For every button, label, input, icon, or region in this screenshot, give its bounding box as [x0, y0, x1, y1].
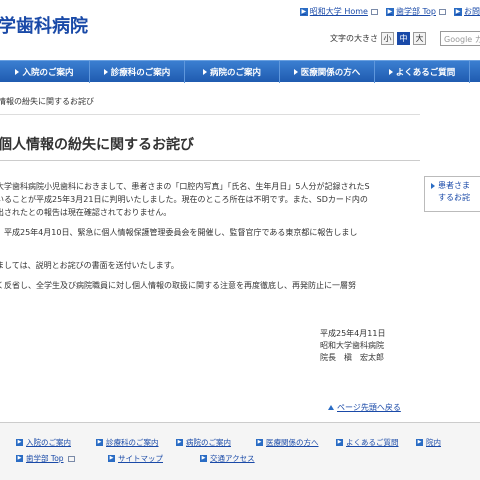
triangle-up-icon: [328, 405, 334, 410]
footer-links-row: ▶ 歯学部 Top ▶ サイトマップ ▶ 交通アクセス: [0, 453, 480, 464]
contact-label: お問: [464, 7, 480, 16]
font-size-label: 文字の大きさ: [330, 34, 378, 43]
nav-label: 医療関係の方へ: [300, 68, 361, 78]
triangle-right-icon: [388, 69, 393, 75]
footer-link-access[interactable]: ▶ 交通アクセス: [184, 453, 276, 464]
sidebar-notice-link[interactable]: 患者さま: [431, 180, 477, 192]
showa-home-link[interactable]: ▶ 昭和大学 Home: [299, 6, 378, 17]
nav-item-medical-professionals[interactable]: 医療関係の方へ: [280, 61, 375, 83]
site-header: 学歯科病院 ▶ 昭和大学 Home ▶ 歯学部 Top ▶ お問 文字の大きさ …: [0, 0, 480, 56]
divider: [0, 114, 420, 115]
arrow-icon: ▶: [256, 439, 263, 446]
arrow-icon: ▶: [299, 7, 308, 16]
site-footer: ▶ 入院のご案内 ▶ 診療科のご案内 ▶ 病院のご案内 ▶ 医療関係の方へ ▶ よくあるご…: [0, 422, 480, 480]
arrow-icon: ▶: [336, 439, 343, 446]
breadcrumb: 情報の紛失に関するお詫び: [0, 97, 94, 106]
nav-item-hospital-info[interactable]: 病院のご案内: [185, 61, 280, 83]
divider: [0, 160, 420, 161]
nav-label: よくあるご質問: [395, 68, 456, 78]
arrow-icon: ▶: [176, 439, 183, 446]
nav-item-faq[interactable]: よくあるご質問: [375, 61, 470, 83]
article-body: 大学歯科病院小児歯科におきまして、患者さまの「口腔内写真」「氏名、生年月日」5人…: [0, 180, 396, 299]
footer-link-faq[interactable]: ▶ よくあるご質問: [320, 437, 400, 448]
nav-label: 診療科のご案内: [110, 68, 171, 78]
contact-link[interactable]: ▶ お問: [454, 6, 480, 17]
footer-link-dental-top[interactable]: ▶ 歯学部 Top: [0, 453, 92, 464]
triangle-right-icon: [293, 69, 298, 75]
signature-date: 平成25年4月11日: [320, 329, 386, 338]
nav-label: 入院のご案内: [22, 68, 74, 78]
signature-director: 院長 槇 宏太郎: [320, 353, 384, 362]
arrow-icon: ▶: [200, 455, 207, 462]
hospital-logo[interactable]: 学歯科病院: [0, 12, 88, 38]
triangle-right-icon: [202, 69, 207, 75]
footer-link-sitemap[interactable]: ▶ サイトマップ: [92, 453, 184, 464]
arrow-icon: ▶: [16, 455, 23, 462]
back-to-top-link[interactable]: ページ先頭へ戻る: [328, 402, 401, 413]
dental-top-link[interactable]: ▶ 歯学部 Top: [385, 6, 446, 17]
sidebar-notice-link-line2[interactable]: するお詫: [431, 192, 477, 204]
nav-item-admission[interactable]: 入院のご案内: [0, 61, 90, 83]
utility-links: ▶ 昭和大学 Home ▶ 歯学部 Top ▶ お問: [299, 6, 480, 17]
font-size-large-button[interactable]: 大: [413, 32, 426, 45]
font-size-switcher: 文字の大きさ 小 中 大: [330, 32, 426, 45]
nav-label: 病院のご案内: [209, 68, 261, 78]
footer-link-admission[interactable]: ▶ 入院のご案内: [0, 437, 80, 448]
footer-link-departments[interactable]: ▶ 診療科のご案内: [80, 437, 160, 448]
external-window-icon: [67, 455, 75, 462]
external-window-icon: [370, 8, 378, 15]
footer-links-row: ▶ 入院のご案内 ▶ 診療科のご案内 ▶ 病院のご案内 ▶ 医療関係の方へ ▶ よくあるご…: [0, 437, 480, 448]
arrow-icon: ▶: [454, 7, 462, 16]
footer-link-medical-professionals[interactable]: ▶ 医療関係の方へ: [240, 437, 320, 448]
sidebar-notice-box: 患者さま するお詫: [424, 176, 480, 212]
global-nav: 入院のご案内 診療科のご案内 病院のご案内 医療関係の方へ よくあるご質問: [0, 60, 480, 83]
showa-home-label: 昭和大学 Home: [309, 7, 368, 16]
paragraph: く反省し、全学生及び病院職員に対し個人情報の取扱に関する注意を再度徹底し、再発防…: [0, 281, 356, 290]
external-window-icon: [439, 8, 446, 15]
search-input[interactable]: Google カス: [440, 31, 480, 46]
triangle-right-icon: [431, 183, 435, 189]
arrow-icon: ▶: [16, 439, 23, 446]
footer-link-hospital-internal[interactable]: ▶ 院内: [400, 437, 480, 448]
triangle-right-icon: [15, 69, 20, 75]
paragraph: 大学歯科病院小児歯科におきまして、患者さまの「口腔内写真」「氏名、生年月日」5人…: [0, 182, 370, 217]
back-to-top-label: ページ先頭へ戻る: [337, 403, 401, 412]
arrow-icon: ▶: [108, 455, 115, 462]
paragraph: ましては、説明とお詫びの書面を送付いたします。: [0, 261, 179, 270]
arrow-icon: ▶: [385, 7, 394, 16]
arrow-icon: ▶: [416, 439, 423, 446]
signature-block: 平成25年4月11日 昭和大学歯科病院 院長 槇 宏太郎: [320, 328, 385, 364]
signature-org: 昭和大学歯科病院: [320, 341, 384, 350]
page-title: 個人情報の紛失に関するお詫び: [0, 137, 194, 153]
nav-item-departments[interactable]: 診療科のご案内: [90, 61, 185, 83]
arrow-icon: ▶: [96, 439, 103, 446]
dental-top-label: 歯学部 Top: [395, 7, 436, 16]
paragraph: 、平成25年4月10日、緊急に個人情報保護管理委員会を開催し、監督官庁である東京…: [0, 228, 358, 250]
font-size-medium-button[interactable]: 中: [397, 32, 410, 45]
triangle-right-icon: [103, 69, 108, 75]
footer-link-hospital-info[interactable]: ▶ 病院のご案内: [160, 437, 240, 448]
font-size-small-button[interactable]: 小: [381, 32, 394, 45]
